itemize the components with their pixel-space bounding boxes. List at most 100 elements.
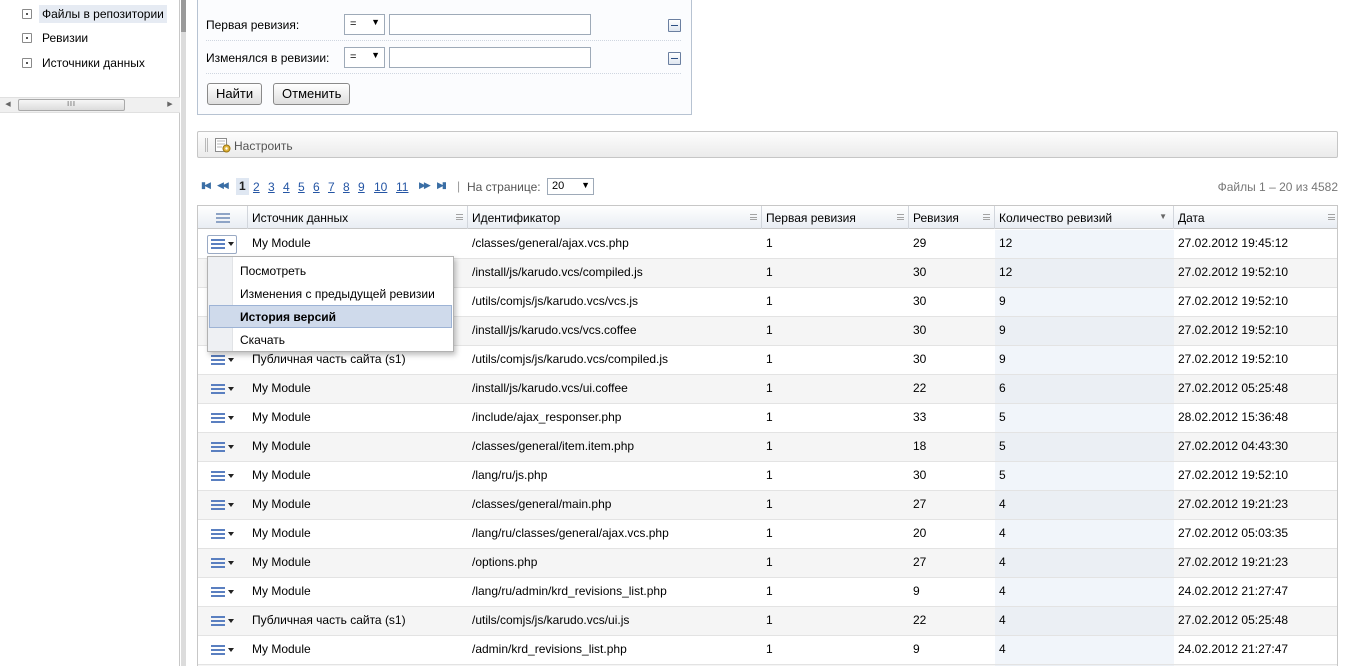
menu-item-history[interactable]: История версий xyxy=(209,305,452,328)
settings-icon[interactable] xyxy=(215,138,231,153)
table-row[interactable]: My Module/classes/general/item.item.php 1… xyxy=(198,433,1337,462)
row-menu-button[interactable] xyxy=(208,526,238,543)
row-menu-button[interactable] xyxy=(208,555,238,572)
page-link-current[interactable]: 1 xyxy=(236,178,249,195)
plus-box-icon[interactable] xyxy=(22,9,32,19)
column-header-identifier[interactable]: Идентификатор xyxy=(468,206,762,229)
column-header-label[interactable]: Количество ревизий xyxy=(999,211,1112,225)
column-header-actions[interactable] xyxy=(198,206,248,229)
table-row[interactable]: My Module/include/ajax_responser.php 1 33 5… xyxy=(198,404,1337,433)
scroll-left-arrow-icon[interactable]: ◀ xyxy=(1,98,15,112)
tree-item-data-sources[interactable]: Источники данных xyxy=(22,53,148,73)
cell-date: 27.02.2012 19:45:12 xyxy=(1178,236,1289,250)
column-header-label[interactable]: Источник данных xyxy=(252,211,348,225)
tree-item-label[interactable]: Источники данных xyxy=(39,54,148,72)
tree-item-label[interactable]: Ревизии xyxy=(39,29,91,47)
per-page-select[interactable]: 20 ▼ xyxy=(547,178,594,195)
table-row[interactable]: My Module/classes/general/ajax.vcs.php 1 2… xyxy=(198,230,1337,259)
minus-icon[interactable] xyxy=(668,19,681,32)
table-row[interactable]: My Module/lang/ru/admin/krd_revisions_li… xyxy=(198,578,1337,607)
column-header-revision[interactable]: Ревизия xyxy=(909,206,995,229)
cell-revision-count: 4 xyxy=(995,636,1174,664)
page-link[interactable]: 9 xyxy=(358,180,365,194)
find-button[interactable]: Найти xyxy=(207,83,263,105)
filter-value-input[interactable] xyxy=(389,47,591,68)
column-header-label[interactable]: Ревизия xyxy=(913,211,959,225)
column-header-revision-count[interactable]: Количество ревизий ▼ xyxy=(995,206,1174,229)
table-row[interactable]: My Module/classes/general/main.php 1 27 4 27… xyxy=(198,491,1337,520)
cancel-button[interactable]: Отменить xyxy=(273,83,351,105)
page-link[interactable]: 6 xyxy=(313,180,320,194)
row-menu-button[interactable] xyxy=(208,584,238,601)
plus-box-icon[interactable] xyxy=(22,33,32,43)
table-row[interactable]: My Module/lang/ru/classes/general/ajax.v… xyxy=(198,520,1337,549)
plus-box-icon[interactable] xyxy=(22,58,32,68)
row-menu-button[interactable] xyxy=(208,352,238,369)
last-page-icon[interactable]: ▶▮ xyxy=(437,180,447,191)
table-row[interactable]: My Module/install/js/karudo.vcs/ui.coffe… xyxy=(198,375,1337,404)
row-menu-button[interactable] xyxy=(208,381,238,398)
menu-item-diff-previous[interactable]: Изменения с предыдущей ревизии xyxy=(209,282,452,305)
page-link[interactable]: 4 xyxy=(283,180,290,194)
row-menu-button[interactable] xyxy=(208,642,238,659)
row-menu-button[interactable] xyxy=(208,613,238,630)
column-menu-icon[interactable] xyxy=(983,214,990,220)
page-link[interactable]: 2 xyxy=(253,180,260,194)
panel-splitter[interactable] xyxy=(181,0,186,666)
scroll-right-arrow-icon[interactable]: ▶ xyxy=(163,98,177,112)
page-link[interactable]: 11 xyxy=(396,180,408,194)
filter-operator-select[interactable]: = ▼ xyxy=(344,14,385,35)
row-menu-button[interactable] xyxy=(208,468,238,485)
prev-page-icon[interactable]: ◀◀ xyxy=(217,180,229,191)
row-menu-icon[interactable] xyxy=(216,213,230,223)
table-row[interactable]: My Module/options.php 1 27 4 27.02.2012 19:2… xyxy=(198,549,1337,578)
next-page-icon[interactable]: ▶▶ xyxy=(419,180,431,191)
settings-button-label[interactable]: Настроить xyxy=(234,139,293,153)
page-link[interactable]: 3 xyxy=(268,180,275,194)
column-menu-icon[interactable] xyxy=(456,214,463,220)
column-header-source[interactable]: Источник данных xyxy=(248,206,468,229)
table-row[interactable]: Публичная часть сайта (s1) /utils/comjs/j… xyxy=(198,607,1337,636)
page-link[interactable]: 8 xyxy=(343,180,350,194)
cell-revision: 22 xyxy=(913,381,927,395)
table-row[interactable]: My Module/admin/krd_revisions_list.php 1 9… xyxy=(198,636,1337,665)
column-header-label[interactable]: Первая ревизия xyxy=(766,211,856,225)
row-menu-button[interactable] xyxy=(208,439,238,456)
menu-item-download[interactable]: Скачать xyxy=(209,328,452,351)
per-page-value: 20 xyxy=(552,180,565,192)
column-header-label[interactable]: Дата xyxy=(1178,211,1205,225)
cell-identifier: /install/js/karudo.vcs/ui.coffee xyxy=(472,381,628,395)
tree-item-revisions[interactable]: Ревизии xyxy=(22,28,91,48)
column-menu-icon[interactable] xyxy=(1328,214,1335,220)
scrollbar-thumb[interactable]: III xyxy=(18,99,125,111)
table-row[interactable]: My Module/lang/ru/js.php 1 30 5 27.02.2012 1… xyxy=(198,462,1337,491)
filter-panel: Первая ревизия: = ▼ Изменялся в ревизии:… xyxy=(197,0,692,115)
page-link[interactable]: 5 xyxy=(298,180,305,194)
cell-identifier: /options.php xyxy=(472,555,538,569)
cell-revision: 29 xyxy=(913,236,927,250)
column-header-label[interactable]: Идентификатор xyxy=(472,211,560,225)
column-header-date[interactable]: Дата xyxy=(1174,206,1337,229)
chevron-down-icon xyxy=(228,561,234,565)
cell-revision: 20 xyxy=(913,526,927,540)
first-page-icon[interactable]: ▮◀ xyxy=(201,180,211,191)
sort-desc-icon[interactable]: ▼ xyxy=(1159,212,1167,221)
column-menu-icon[interactable] xyxy=(897,214,904,220)
row-menu-button[interactable] xyxy=(207,235,237,254)
menu-item-view[interactable]: Посмотреть xyxy=(209,259,452,282)
tree-item-files[interactable]: Файлы в репозитории xyxy=(22,4,167,24)
cell-date: 27.02.2012 05:25:48 xyxy=(1178,613,1289,627)
page-link[interactable]: 10 xyxy=(374,180,387,194)
column-menu-icon[interactable] xyxy=(750,214,757,220)
filter-operator-select[interactable]: = ▼ xyxy=(344,47,385,68)
row-menu-button[interactable] xyxy=(208,410,238,427)
row-menu-icon xyxy=(211,384,225,396)
minus-icon[interactable] xyxy=(668,52,681,65)
tree-item-label[interactable]: Файлы в репозитории xyxy=(39,5,167,23)
page-link[interactable]: 7 xyxy=(328,180,335,194)
horizontal-scrollbar[interactable]: ◀ III ▶ xyxy=(0,97,180,113)
filter-value-input[interactable] xyxy=(389,14,591,35)
column-header-first-revision[interactable]: Первая ревизия xyxy=(762,206,909,229)
splitter-handle[interactable] xyxy=(181,0,186,32)
row-menu-button[interactable] xyxy=(208,497,238,514)
